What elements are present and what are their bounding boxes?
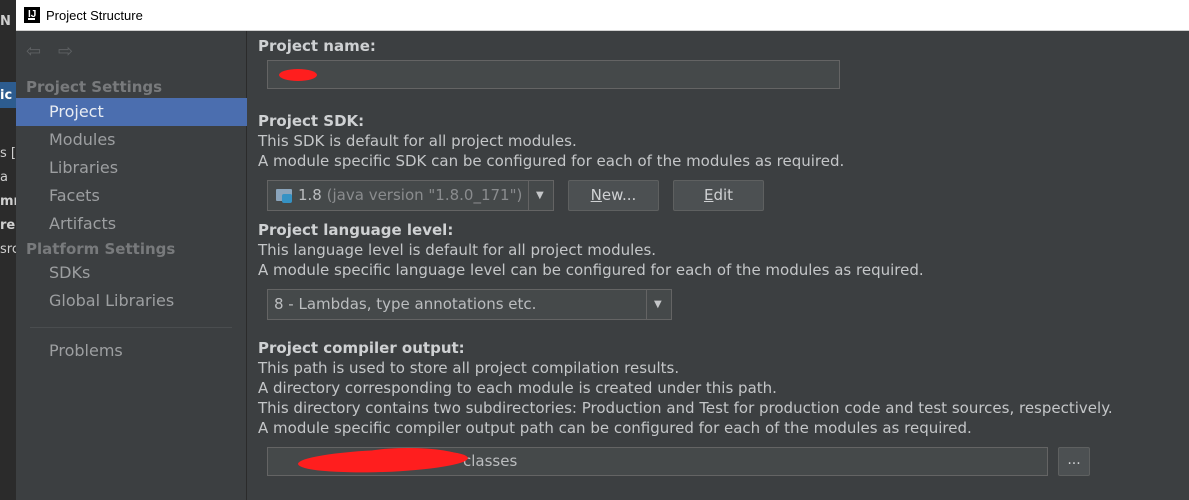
chevron-down-icon: ▼	[654, 298, 662, 310]
project-name-input[interactable]	[267, 60, 840, 89]
background-fragment: ic	[0, 88, 13, 103]
sidebar-item-libraries[interactable]: Libraries	[16, 154, 247, 182]
background-ide-strip: N ic s [ a mr re src	[0, 0, 20, 500]
sdk-description-2: A module specific SDK can be configured …	[258, 152, 845, 170]
sidebar-item-global-libraries[interactable]: Global Libraries	[16, 287, 247, 315]
language-level-dropdown[interactable]: 8 - Lambdas, type annotations etc. ▼	[267, 289, 672, 320]
redaction-mark	[279, 69, 317, 81]
sdk-description-1: This SDK is default for all project modu…	[258, 132, 577, 150]
project-sdk-dropdown[interactable]: 1.8 (java version "1.8.0_171") ▼	[267, 180, 554, 211]
language-level-label: Project language level:	[258, 221, 454, 239]
browse-output-button[interactable]: ...	[1058, 447, 1090, 476]
background-fragment: N	[0, 14, 11, 29]
project-settings-panel: Project name: Project SDK: This SDK is d…	[248, 31, 1189, 500]
sdk-name: 1.8	[298, 186, 322, 204]
redaction-mark	[358, 448, 458, 464]
intellij-app-icon: IJ	[24, 7, 40, 23]
compiler-output-value: classes	[463, 452, 518, 470]
language-level-value: 8 - Lambdas, type annotations etc.	[274, 295, 537, 313]
sidebar-divider	[30, 327, 232, 328]
output-description-3: This directory contains two subdirectori…	[258, 399, 1113, 417]
section-project-settings: Project Settings	[26, 78, 163, 96]
sidebar-item-sdks[interactable]: SDKs	[16, 259, 247, 287]
language-description-1: This language level is default for all p…	[258, 241, 657, 259]
title-bar[interactable]: IJ Project Structure	[16, 0, 1189, 31]
output-description-4: A module specific compiler output path c…	[258, 419, 972, 437]
project-name-label: Project name:	[258, 37, 376, 55]
new-sdk-button[interactable]: New...	[568, 180, 659, 211]
edit-sdk-button[interactable]: Edit	[673, 180, 764, 211]
sdk-dropdown-button[interactable]: ▼	[528, 181, 553, 210]
chevron-down-icon: ▼	[536, 189, 544, 201]
background-fragment: s [	[0, 146, 16, 161]
forward-arrow-icon[interactable]: ⇨	[58, 43, 73, 61]
output-description-1: This path is used to store all project c…	[258, 359, 680, 377]
window-title: Project Structure	[46, 8, 143, 23]
jdk-folder-icon	[276, 189, 292, 203]
settings-sidebar: ⇦ ⇨ Project Settings Project Modules Lib…	[16, 31, 247, 500]
sdk-version: (java version "1.8.0_171")	[326, 186, 523, 204]
section-platform-settings: Platform Settings	[26, 240, 176, 258]
language-dropdown-button[interactable]: ▼	[646, 290, 671, 319]
compiler-output-label: Project compiler output:	[258, 339, 465, 357]
output-description-2: A directory corresponding to each module…	[258, 379, 777, 397]
sidebar-item-modules[interactable]: Modules	[16, 126, 247, 154]
sidebar-item-problems[interactable]: Problems	[16, 337, 247, 365]
project-structure-window: IJ Project Structure ⇦ ⇨ Project Setting…	[16, 0, 1189, 500]
back-arrow-icon[interactable]: ⇦	[26, 43, 41, 61]
project-sdk-label: Project SDK:	[258, 112, 365, 130]
sidebar-item-project[interactable]: Project	[16, 98, 247, 126]
background-fragment: a	[0, 170, 8, 185]
compiler-output-input[interactable]: classes	[267, 447, 1048, 476]
sidebar-item-artifacts[interactable]: Artifacts	[16, 210, 247, 238]
background-fragment: re	[0, 218, 16, 233]
language-description-2: A module specific language level can be …	[258, 261, 924, 279]
sidebar-item-facets[interactable]: Facets	[16, 182, 247, 210]
